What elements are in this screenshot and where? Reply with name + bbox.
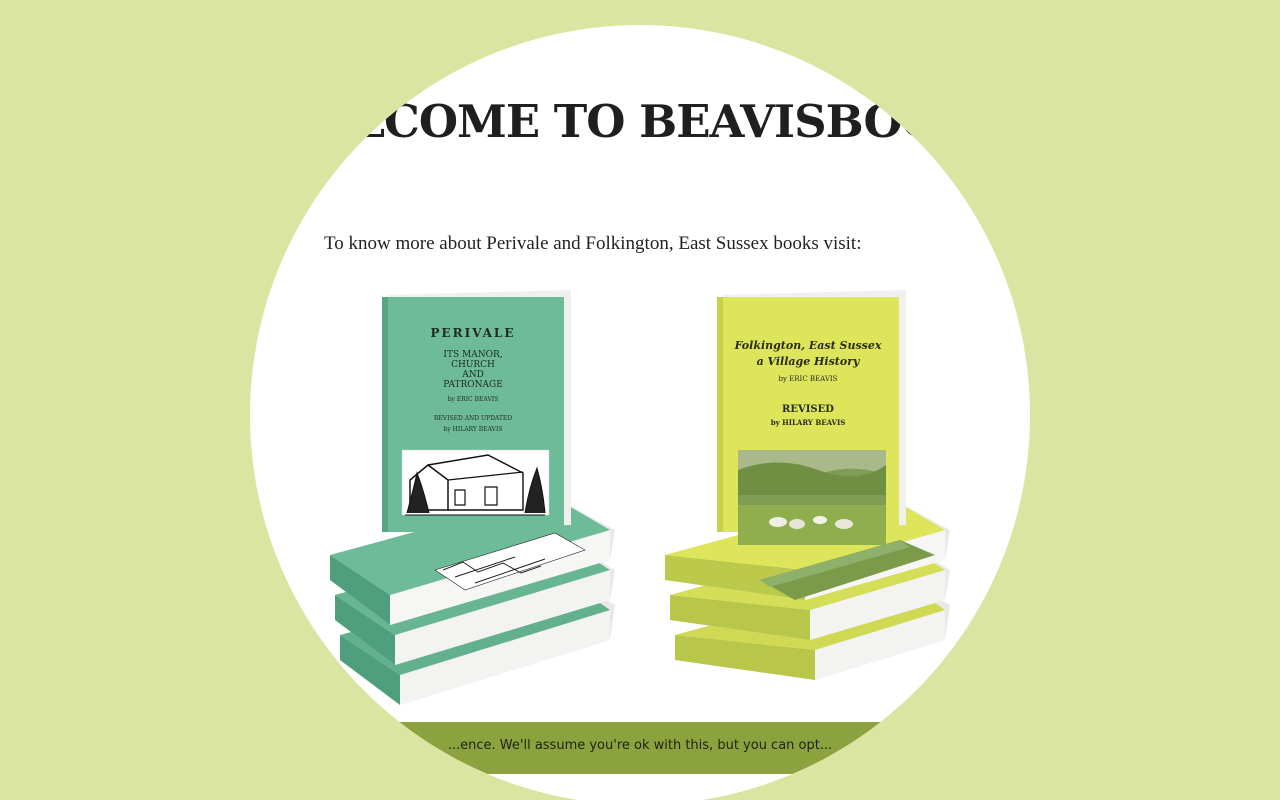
folkington-cover-author: by ERIC BEAVIS	[779, 375, 838, 383]
folkington-cover-reviser: by HILARY BEAVIS	[771, 418, 846, 427]
perivale-cover-line-2: CHURCH	[451, 360, 495, 370]
folkington-cover-revised: REVISED	[782, 404, 834, 415]
folkington-book-link[interactable]: Folkington, East Sussex a Village Histor…	[660, 265, 960, 710]
intro-text: To know more about Perivale and Folkingt…	[324, 233, 862, 254]
folkington-book-image: Folkington, East Sussex a Village Histor…	[665, 290, 950, 680]
perivale-cover-revised: REVISED AND UPDATED	[434, 415, 512, 422]
folkington-cover-title: Folkington, East Sussex	[734, 339, 882, 352]
perivale-cover-title: PERIVALE	[430, 326, 515, 340]
perivale-cover-line-4: PATRONAGE	[443, 380, 503, 390]
cookie-notice-text: ...ence. We'll assume you're ok with thi…	[447, 738, 833, 753]
cookie-notice-bar: ...ence. We'll assume you're ok with thi…	[250, 722, 1030, 774]
folkington-upright-book: Folkington, East Sussex a Village Histor…	[717, 290, 906, 545]
perivale-upright-book: PERIVALE ITS MANOR, CHURCH AND PATRONAGE…	[382, 290, 571, 532]
folkington-cover-subtitle: a Village History	[757, 355, 861, 368]
folkington-landscape-photo	[738, 450, 886, 545]
perivale-cover-author: by ERIC BEAVIS	[448, 396, 499, 403]
perivale-book-image: PERIVALE ITS MANOR, CHURCH AND PATRONAGE…	[330, 290, 615, 705]
perivale-cover-reviser: by HILARY BEAVIS	[444, 426, 503, 433]
perivale-cover-line-1: ITS MANOR,	[443, 350, 502, 360]
page-stage: WELCOME TO BEAVISBOOKS To know more abou…	[0, 0, 1280, 800]
content-circle: WELCOME TO BEAVISBOOKS To know more abou…	[250, 25, 1030, 800]
page-title: WELCOME TO BEAVISBOOKS	[270, 95, 1011, 148]
perivale-book-link[interactable]: PERIVALE ITS MANOR, CHURCH AND PATRONAGE…	[325, 265, 625, 710]
perivale-cover-line-3: AND	[461, 370, 484, 380]
